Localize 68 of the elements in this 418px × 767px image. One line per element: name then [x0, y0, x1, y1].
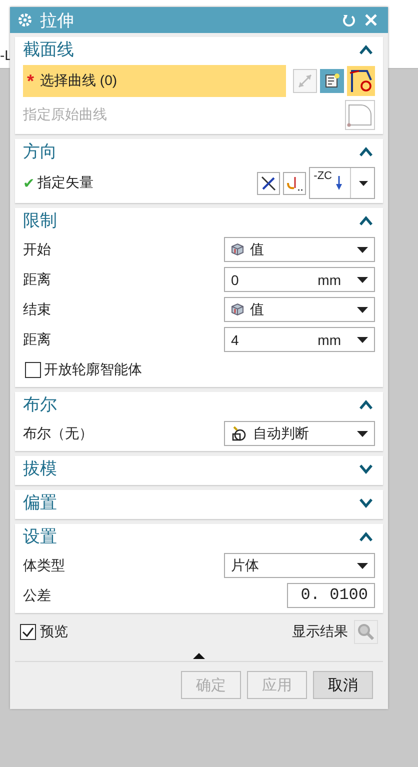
reverse-direction-icon[interactable]: [256, 172, 280, 194]
unit-label: mm: [318, 272, 341, 288]
collapse-triangle-icon[interactable]: [193, 653, 205, 659]
chevron-icon[interactable]: [359, 216, 373, 226]
selection-field[interactable]: * 选择曲线 (0): [23, 65, 286, 97]
caret-icon: [357, 246, 368, 252]
field-label: 体类型: [23, 556, 65, 574]
caret-icon: [357, 430, 368, 436]
required-marker: *: [27, 70, 34, 92]
preview-label: 预览: [40, 623, 68, 641]
boolean-icon: [231, 426, 247, 442]
vector-value: -ZC: [314, 170, 332, 182]
hint-label: 指定原始曲线: [23, 106, 107, 124]
cube-icon: [231, 243, 244, 256]
section-title[interactable]: 偏置: [23, 491, 359, 514]
dropdown[interactable]: 值: [224, 297, 375, 322]
caret-icon: [359, 180, 368, 186]
preview-checkbox[interactable]: [20, 624, 36, 640]
section-title[interactable]: 方向: [23, 140, 359, 163]
field-label: 结束: [23, 300, 51, 318]
dropdown-value: 4: [231, 332, 239, 348]
chevron-icon[interactable]: [359, 44, 373, 54]
cube-icon: [231, 303, 244, 316]
section-title[interactable]: 拔模: [23, 457, 359, 480]
caret-icon: [357, 562, 368, 568]
dropdown[interactable]: 值: [224, 237, 375, 262]
tolerance-field[interactable]: 0. 0100: [287, 583, 375, 608]
caret-icon: [357, 306, 368, 312]
reset-icon[interactable]: [342, 13, 356, 27]
close-icon[interactable]: [364, 13, 378, 27]
caret-icon: [357, 336, 368, 342]
arrow-down-icon: [336, 176, 342, 190]
checkbox[interactable]: [25, 362, 41, 378]
checkbox-label: 开放轮廓智能体: [44, 360, 142, 378]
field-label: 距离: [23, 330, 51, 348]
dropdown-value: 片体: [231, 556, 259, 574]
section-title[interactable]: 设置: [23, 525, 359, 548]
show-result-label: 显示结果: [292, 623, 348, 641]
vector-label: 指定矢量: [38, 174, 94, 192]
dropdown[interactable]: 4 mm: [224, 327, 375, 352]
selection-label: 选择曲线 (0): [40, 72, 118, 90]
window-title: 拉伸: [40, 10, 74, 32]
gear-icon: [18, 13, 32, 27]
vector-dropdown[interactable]: -ZC: [308, 167, 375, 199]
field-label: 公差: [23, 586, 51, 604]
section-title[interactable]: 截面线: [23, 38, 359, 61]
dropdown[interactable]: 自动判断: [224, 421, 375, 446]
section-title[interactable]: 布尔: [23, 393, 359, 416]
unit-label: mm: [318, 332, 341, 348]
dialog-button[interactable]: 取消: [313, 671, 373, 699]
field-label: 距离: [23, 270, 51, 288]
caret-icon: [357, 276, 368, 282]
chevron-icon[interactable]: [359, 400, 373, 410]
dropdown[interactable]: 0 mm: [224, 267, 375, 292]
chevron-icon[interactable]: [359, 532, 373, 542]
chevron-icon[interactable]: [359, 464, 373, 474]
field-label: 布尔（无）: [23, 424, 93, 442]
curve-icon[interactable]: [347, 66, 375, 96]
field-label: 开始: [23, 240, 51, 258]
dropdown-value: 自动判断: [253, 424, 309, 442]
check-marker: ✔: [23, 174, 35, 192]
dropdown-value: 值: [250, 240, 264, 258]
dropdown-value: 值: [250, 300, 264, 318]
section-title[interactable]: 限制: [23, 209, 359, 232]
chevron-icon[interactable]: [359, 498, 373, 508]
dropdown-value: 0: [231, 272, 239, 288]
chevron-icon[interactable]: [359, 146, 373, 156]
dropdown[interactable]: 片体: [224, 553, 375, 578]
